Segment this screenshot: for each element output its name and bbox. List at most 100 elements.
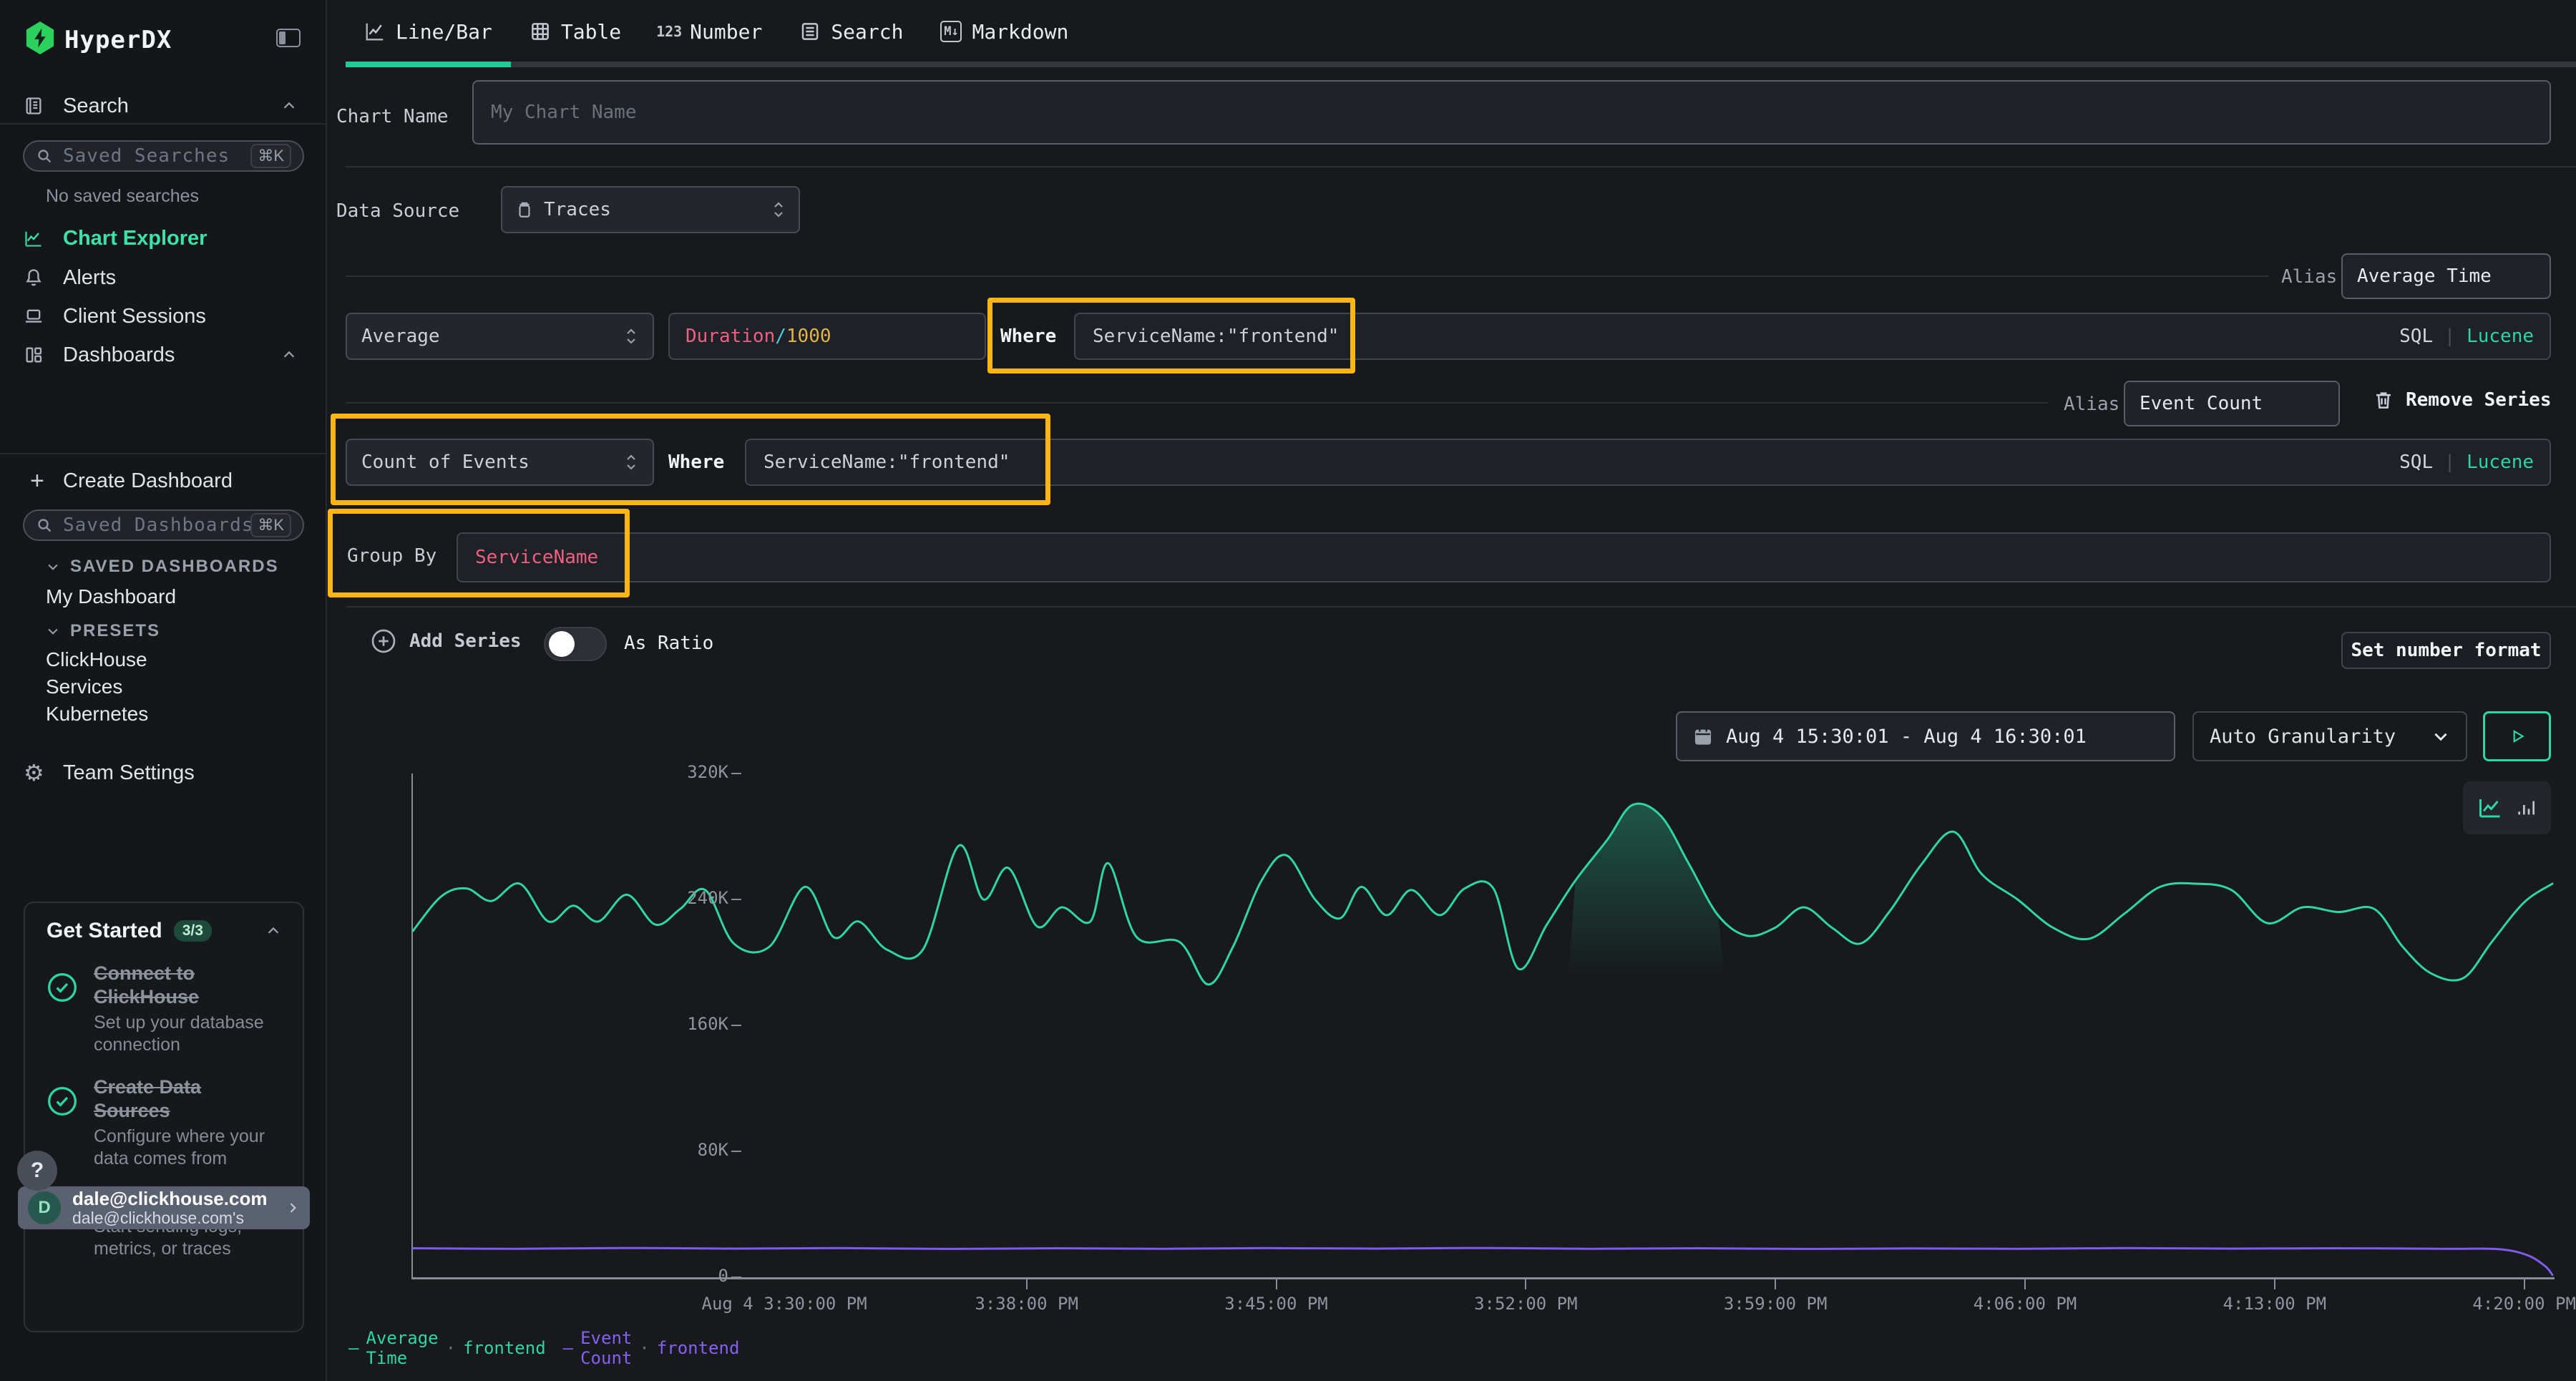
sidebar-collapse-button[interactable] bbox=[276, 29, 301, 47]
sidebar: HyperDX Search Saved Searches ⌘K No save… bbox=[0, 0, 327, 1381]
tab-markdown[interactable]: M↓ Markdown bbox=[922, 0, 1087, 63]
alias-value: Average Time bbox=[2357, 265, 2492, 287]
toggle-knob bbox=[549, 631, 575, 657]
preset-link-kubernetes[interactable]: Kubernetes bbox=[46, 703, 148, 726]
saved-dashboards-input[interactable]: Saved Dashboards ⌘K bbox=[23, 509, 304, 541]
add-series-button[interactable]: Add Series bbox=[371, 628, 522, 654]
user-org: dale@clickhouse.com's bbox=[72, 1209, 267, 1228]
presets-header[interactable]: PRESETS bbox=[46, 621, 160, 641]
data-source-select[interactable]: Traces bbox=[501, 186, 800, 233]
group-by-input[interactable]: ServiceName bbox=[457, 532, 2551, 582]
remove-series-label: Remove Series bbox=[2406, 389, 2552, 411]
list-search-icon bbox=[799, 21, 821, 42]
tab-number[interactable]: 123 Number bbox=[640, 0, 781, 63]
sidebar-item-client-sessions[interactable]: Client Sessions bbox=[0, 302, 327, 331]
sql-mode-link[interactable]: SQL bbox=[2399, 326, 2433, 347]
create-dashboard-button[interactable]: + Create Dashboard bbox=[0, 467, 327, 495]
saved-searches-placeholder: Saved Searches bbox=[63, 145, 250, 167]
tab-table[interactable]: Table bbox=[511, 0, 640, 63]
lucene-mode-link[interactable]: Lucene bbox=[2467, 452, 2534, 473]
chevron-up-icon[interactable] bbox=[265, 923, 281, 939]
user-menu[interactable]: D dale@clickhouse.com dale@clickhouse.co… bbox=[18, 1186, 310, 1229]
y-tick-label: 240K bbox=[657, 888, 728, 908]
sidebar-divider bbox=[0, 123, 327, 125]
legend-item-average-time[interactable]: — Average Time · frontend bbox=[348, 1328, 546, 1368]
get-started-step-sources[interactable]: Create Data Sources Configure where your… bbox=[47, 1075, 281, 1171]
preset-link-clickhouse[interactable]: ClickHouse bbox=[46, 648, 147, 671]
saved-searches-input[interactable]: Saved Searches ⌘K bbox=[23, 140, 304, 172]
check-circle-icon bbox=[47, 1085, 78, 1117]
set-number-format-button[interactable]: Set number format bbox=[2341, 632, 2551, 669]
sidebar-item-label: Client Sessions bbox=[63, 305, 206, 328]
x-tick-mark bbox=[1775, 1279, 1776, 1289]
sidebar-item-dashboards[interactable]: Dashboards bbox=[0, 341, 327, 369]
series-2-alias-input[interactable]: Event Count bbox=[2124, 381, 2340, 426]
y-tick-label: 0 bbox=[657, 1266, 728, 1286]
sidebar-item-chart-explorer[interactable]: Chart Explorer bbox=[0, 224, 327, 253]
check-circle-icon bbox=[47, 972, 78, 1003]
legend-dash: — bbox=[563, 1338, 573, 1358]
as-ratio-label: As Ratio bbox=[624, 633, 713, 654]
y-tick-mark bbox=[731, 773, 741, 774]
series-1-aggregation-select[interactable]: Average bbox=[346, 313, 654, 360]
granularity-value: Auto Granularity bbox=[2210, 726, 2396, 748]
x-tick-mark bbox=[1026, 1279, 1028, 1289]
chart-name-placeholder: My Chart Name bbox=[491, 102, 637, 123]
x-tick-mark bbox=[1276, 1279, 1277, 1289]
as-ratio-toggle[interactable] bbox=[544, 627, 607, 661]
legend-group: frontend bbox=[657, 1338, 740, 1358]
add-series-label: Add Series bbox=[409, 630, 522, 652]
series-2-aggregation-select[interactable]: Count of Events bbox=[346, 439, 654, 486]
saved-dashboards-header[interactable]: SAVED DASHBOARDS bbox=[46, 557, 279, 577]
journal-icon bbox=[24, 96, 44, 116]
legend-name: Event Count bbox=[580, 1328, 632, 1368]
field-token: / bbox=[775, 326, 786, 347]
series-1-where-input[interactable]: ServiceName:"frontend" SQL | Lucene bbox=[1074, 313, 2551, 360]
sidebar-item-alerts[interactable]: Alerts bbox=[0, 263, 327, 292]
sidebar-item-search[interactable]: Search bbox=[0, 92, 327, 120]
get-started-step-connect[interactable]: Connect to ClickHouse Set up your databa… bbox=[47, 962, 281, 1057]
chart-name-input[interactable]: My Chart Name bbox=[472, 80, 2551, 145]
tab-label: Markdown bbox=[972, 20, 1068, 44]
legend-dash: — bbox=[348, 1338, 358, 1358]
step-title: Connect to ClickHouse bbox=[94, 962, 281, 1009]
legend-group: frontend bbox=[463, 1338, 546, 1358]
dashboard-link-my-dashboard[interactable]: My Dashboard bbox=[46, 585, 176, 608]
series-1-alias-input[interactable]: Average Time bbox=[2341, 253, 2551, 299]
series-1-field-input[interactable]: Duration/1000 bbox=[668, 313, 986, 360]
remove-series-button[interactable]: Remove Series bbox=[2373, 389, 2552, 411]
x-tick-mark bbox=[2524, 1279, 2525, 1289]
section-divider bbox=[346, 402, 2048, 404]
granularity-select[interactable]: Auto Granularity bbox=[2192, 711, 2467, 761]
field-token: 1000 bbox=[786, 326, 831, 347]
calendar-icon bbox=[1693, 726, 1713, 746]
lucene-mode-link[interactable]: Lucene bbox=[2467, 326, 2534, 347]
sidebar-item-team-settings[interactable]: ⚙ Team Settings bbox=[0, 758, 327, 787]
help-button[interactable]: ? bbox=[17, 1151, 57, 1191]
app-title: HyperDX bbox=[64, 26, 172, 54]
legend-item-event-count[interactable]: — Event Count · frontend bbox=[563, 1328, 740, 1368]
tab-label: Line/Bar bbox=[396, 20, 492, 44]
x-tick-label: 3:59:00 PM bbox=[1724, 1294, 1828, 1314]
tab-label: Search bbox=[831, 20, 903, 44]
saved-dashboards-placeholder: Saved Dashboards bbox=[63, 514, 250, 536]
section-divider bbox=[346, 275, 2269, 277]
x-tick-label: 4:20:00 PM bbox=[2472, 1294, 2576, 1314]
x-tick-label: Aug 4 3:30:00 PM bbox=[702, 1294, 867, 1314]
series-2-where-input[interactable]: ServiceName:"frontend" SQL | Lucene bbox=[745, 439, 2551, 486]
preset-link-services[interactable]: Services bbox=[46, 675, 122, 698]
plus-icon: + bbox=[30, 472, 44, 490]
chevron-down-icon bbox=[46, 624, 60, 638]
alias-label: Alias bbox=[2064, 394, 2119, 415]
x-tick-label: 4:06:00 PM bbox=[1974, 1294, 2077, 1314]
run-query-button[interactable] bbox=[2483, 711, 2551, 761]
x-tick-mark bbox=[2024, 1279, 2026, 1289]
time-range-picker[interactable]: Aug 4 15:30:01 - Aug 4 16:30:01 bbox=[1676, 711, 2175, 761]
sql-mode-link[interactable]: SQL bbox=[2399, 452, 2433, 473]
avatar: D bbox=[28, 1191, 61, 1224]
section-divider bbox=[346, 606, 2576, 607]
step-subtitle: Configure where your data comes from bbox=[94, 1126, 281, 1171]
tab-search[interactable]: Search bbox=[781, 0, 922, 63]
where-value: ServiceName:"frontend" bbox=[763, 452, 1010, 473]
tab-line-bar[interactable]: Line/Bar bbox=[346, 0, 511, 63]
